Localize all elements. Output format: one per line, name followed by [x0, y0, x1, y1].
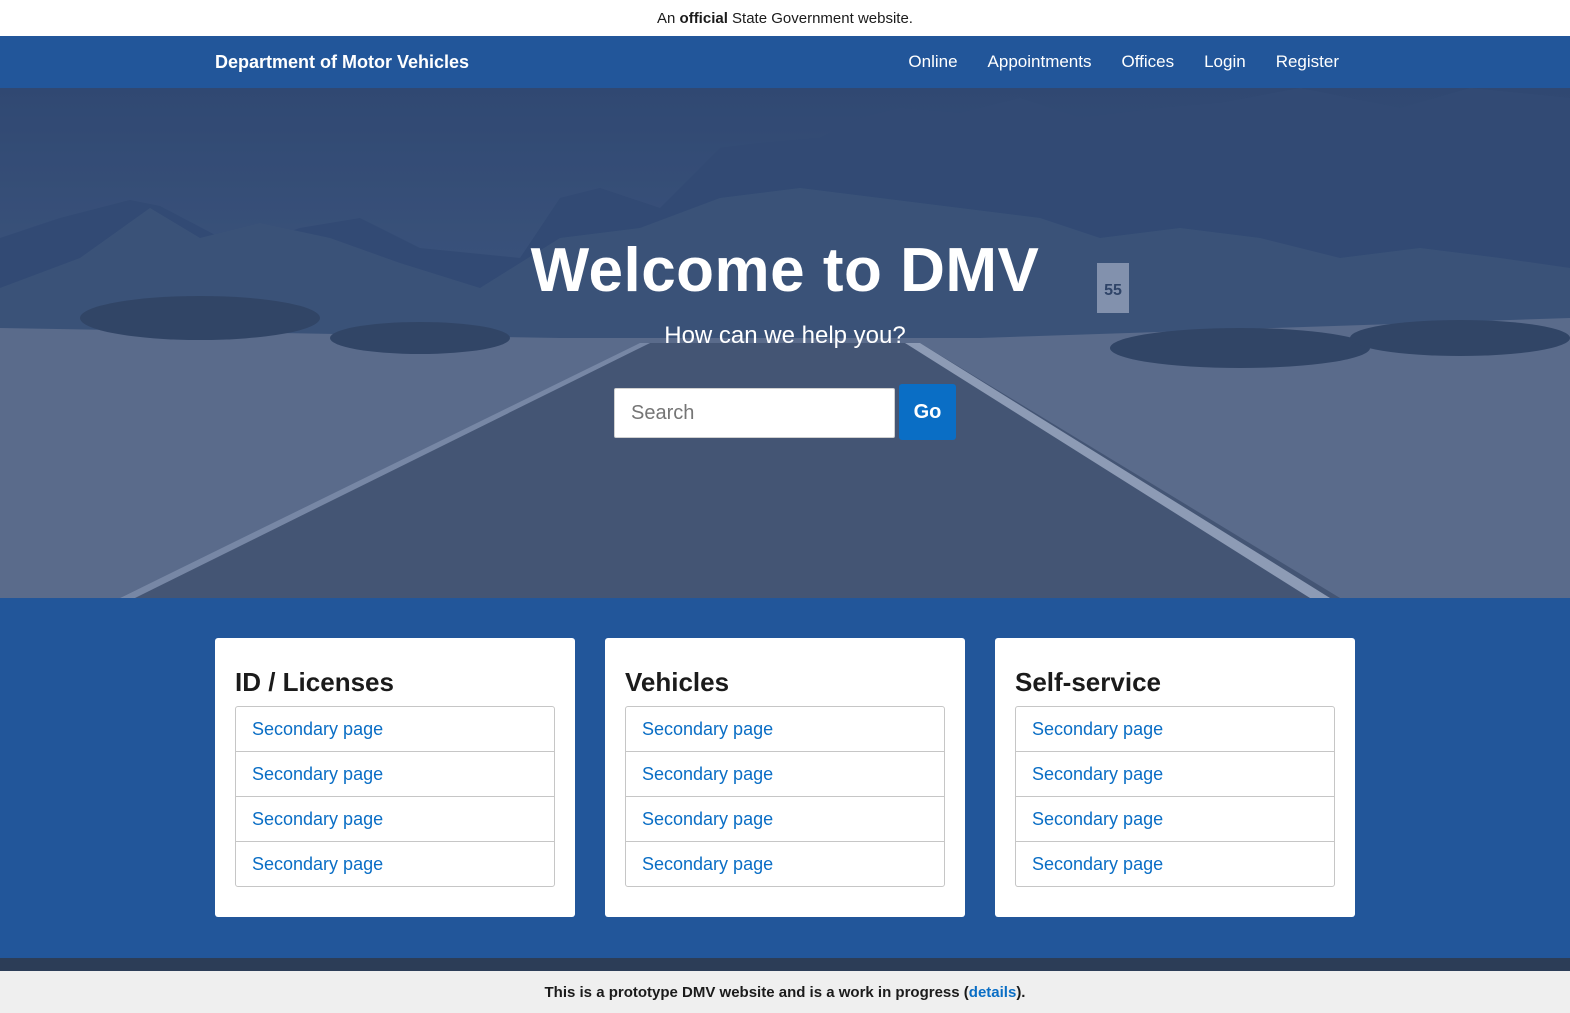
search-form: Go	[0, 384, 1570, 440]
nav-login[interactable]: Login	[1204, 52, 1246, 72]
list-item: Secondary page	[1016, 797, 1334, 842]
notice-text: This is a prototype DMV website and is a…	[544, 983, 969, 1001]
secondary-page-link[interactable]: Secondary page	[642, 854, 773, 875]
nav-online[interactable]: Online	[908, 52, 957, 72]
card-link-list: Secondary page Secondary page Secondary …	[625, 706, 945, 887]
main-nav: Online Appointments Offices Login Regist…	[908, 36, 1339, 88]
banner-emphasis: official	[679, 9, 728, 27]
site-header: Department of Motor Vehicles Online Appo…	[0, 36, 1570, 88]
nav-register[interactable]: Register	[1276, 52, 1339, 72]
list-item: Secondary page	[1016, 842, 1334, 886]
card-link-list: Secondary page Secondary page Secondary …	[235, 706, 555, 887]
list-item: Secondary page	[236, 707, 554, 752]
card-self-service: Self-service Secondary page Secondary pa…	[995, 638, 1355, 917]
secondary-page-link[interactable]: Secondary page	[252, 809, 383, 830]
card-vehicles: Vehicles Secondary page Secondary page S…	[605, 638, 965, 917]
notice-end: ).	[1016, 983, 1026, 1001]
search-input[interactable]	[614, 388, 895, 438]
banner-prefix: An	[657, 9, 676, 27]
topic-cards: ID / Licenses Secondary page Secondary p…	[215, 638, 1355, 917]
search-go-button[interactable]: Go	[899, 384, 956, 440]
card-title: Vehicles	[625, 667, 730, 697]
list-item: Secondary page	[236, 752, 554, 797]
list-item: Secondary page	[1016, 707, 1334, 752]
list-item: Secondary page	[1016, 752, 1334, 797]
secondary-page-link[interactable]: Secondary page	[1032, 809, 1163, 830]
list-item: Secondary page	[626, 752, 944, 797]
hero-content: Welcome to DMV How can we help you? Go	[0, 236, 1570, 440]
topics-section: ID / Licenses Secondary page Secondary p…	[0, 598, 1570, 958]
hero-section: 55 Welcome to DMV How can we help you? G…	[0, 88, 1570, 598]
hero-title: Welcome to DMV	[530, 236, 1040, 305]
secondary-page-link[interactable]: Secondary page	[252, 719, 383, 740]
background-image-strip	[0, 958, 1570, 971]
secondary-page-link[interactable]: Secondary page	[1032, 854, 1163, 875]
details-link[interactable]: details	[969, 984, 1017, 1001]
list-item: Secondary page	[626, 842, 944, 886]
nav-offices[interactable]: Offices	[1121, 52, 1174, 72]
list-item: Secondary page	[626, 797, 944, 842]
site-brand-link[interactable]: Department of Motor Vehicles	[215, 36, 469, 88]
banner-suffix: State Government website.	[732, 9, 913, 27]
secondary-page-link[interactable]: Secondary page	[642, 809, 773, 830]
secondary-page-link[interactable]: Secondary page	[1032, 764, 1163, 785]
list-item: Secondary page	[236, 842, 554, 886]
hero-subtitle: How can we help you?	[664, 322, 906, 349]
card-title: ID / Licenses	[235, 667, 394, 697]
card-link-list: Secondary page Secondary page Secondary …	[1015, 706, 1335, 887]
secondary-page-link[interactable]: Secondary page	[1032, 719, 1163, 740]
prototype-notice: This is a prototype DMV website and is a…	[0, 971, 1570, 1013]
secondary-page-link[interactable]: Secondary page	[642, 719, 773, 740]
list-item: Secondary page	[236, 797, 554, 842]
official-site-banner: An official State Government website.	[0, 0, 1570, 36]
card-id-licenses: ID / Licenses Secondary page Secondary p…	[215, 638, 575, 917]
secondary-page-link[interactable]: Secondary page	[252, 854, 383, 875]
secondary-page-link[interactable]: Secondary page	[252, 764, 383, 785]
list-item: Secondary page	[626, 707, 944, 752]
card-title: Self-service	[1015, 667, 1161, 697]
secondary-page-link[interactable]: Secondary page	[642, 764, 773, 785]
nav-appointments[interactable]: Appointments	[988, 52, 1092, 72]
